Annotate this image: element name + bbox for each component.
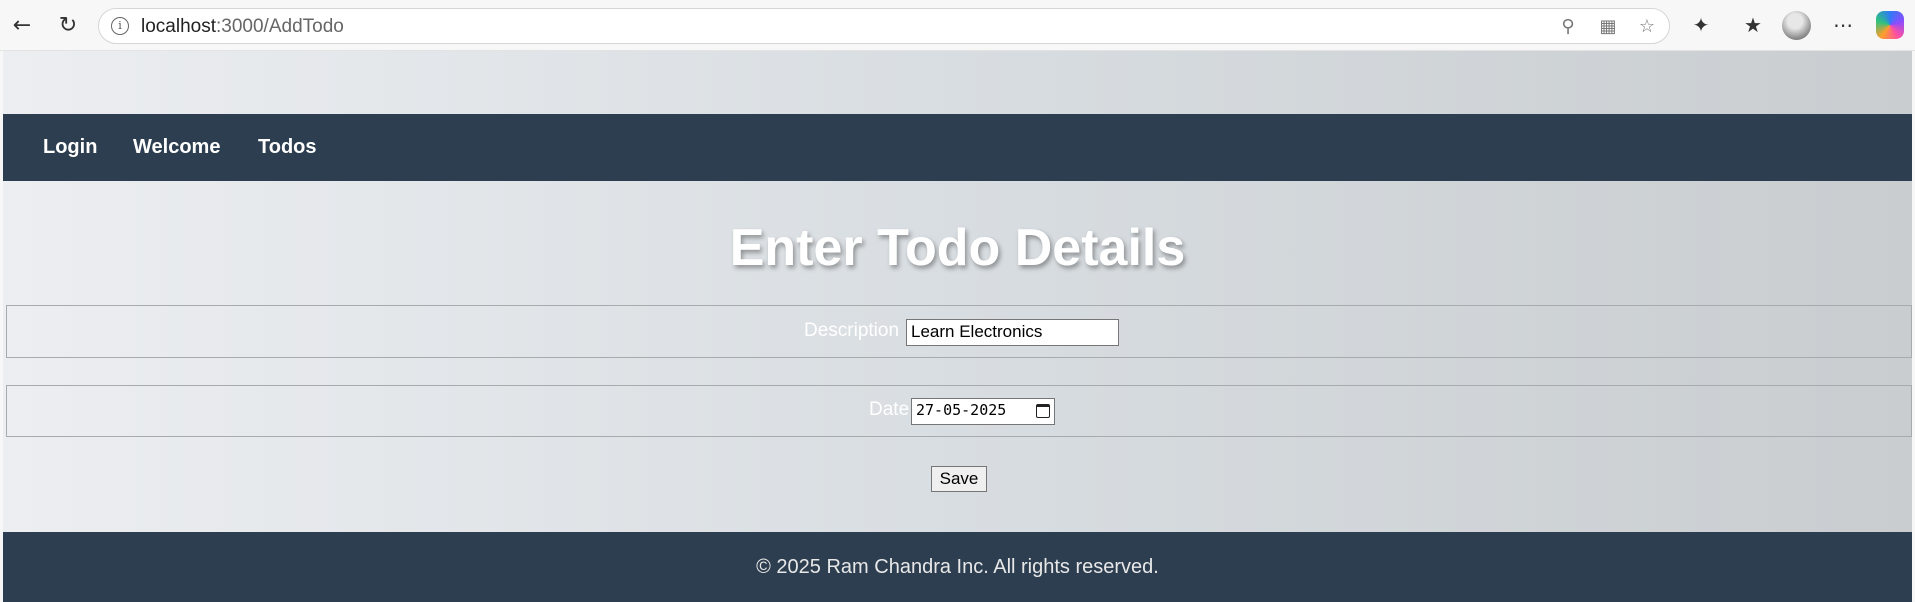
description-input[interactable]: Learn Electronics xyxy=(906,319,1119,346)
address-bar[interactable]: i localhost:3000/AddTodo ⚲ ▦ ☆ xyxy=(98,8,1670,44)
site-info-icon[interactable]: i xyxy=(111,17,129,35)
nav-login-link[interactable]: Login xyxy=(43,136,97,159)
save-button[interactable]: Save xyxy=(931,466,987,492)
browser-toolbar: ← ↻ i localhost:3000/AddTodo ⚲ ▦ ☆ ✦ ★ ⋯ xyxy=(0,0,1915,51)
url-host: localhost xyxy=(141,16,216,37)
footer: © 2025 Ram Chandra Inc. All rights reser… xyxy=(3,532,1912,602)
extensions-icon[interactable]: ✦ xyxy=(1686,10,1716,40)
url-text: localhost:3000/AddTodo xyxy=(141,16,344,38)
date-input[interactable]: 27-05-2025 xyxy=(911,398,1055,425)
page-title: Enter Todo Details xyxy=(729,219,1186,277)
favorite-star-icon[interactable]: ☆ xyxy=(1635,15,1659,39)
calendar-icon[interactable] xyxy=(1036,404,1050,418)
app-available-icon[interactable]: ▦ xyxy=(1596,15,1620,39)
description-label: Description xyxy=(804,320,900,341)
description-row: Description Learn Electronics xyxy=(6,305,1912,358)
key-icon[interactable]: ⚲ xyxy=(1556,15,1580,39)
reload-icon[interactable]: ↻ xyxy=(52,9,84,41)
date-label: Date xyxy=(869,399,910,420)
nav-todos-link[interactable]: Todos xyxy=(258,136,317,159)
back-arrow-icon[interactable]: ← xyxy=(6,9,38,41)
date-value: 27-05-2025 xyxy=(916,401,1007,419)
favorites-icon[interactable]: ★ xyxy=(1738,10,1768,40)
date-row: Date 27-05-2025 xyxy=(6,385,1912,437)
profile-avatar[interactable] xyxy=(1782,11,1811,40)
page-content: Login Welcome Todos Enter Todo Details D… xyxy=(3,51,1912,602)
navbar: Login Welcome Todos xyxy=(3,114,1912,181)
copilot-icon[interactable] xyxy=(1876,11,1904,39)
url-path: :3000/AddTodo xyxy=(216,16,344,37)
more-menu-icon[interactable]: ⋯ xyxy=(1828,10,1858,40)
nav-welcome-link[interactable]: Welcome xyxy=(133,136,220,159)
